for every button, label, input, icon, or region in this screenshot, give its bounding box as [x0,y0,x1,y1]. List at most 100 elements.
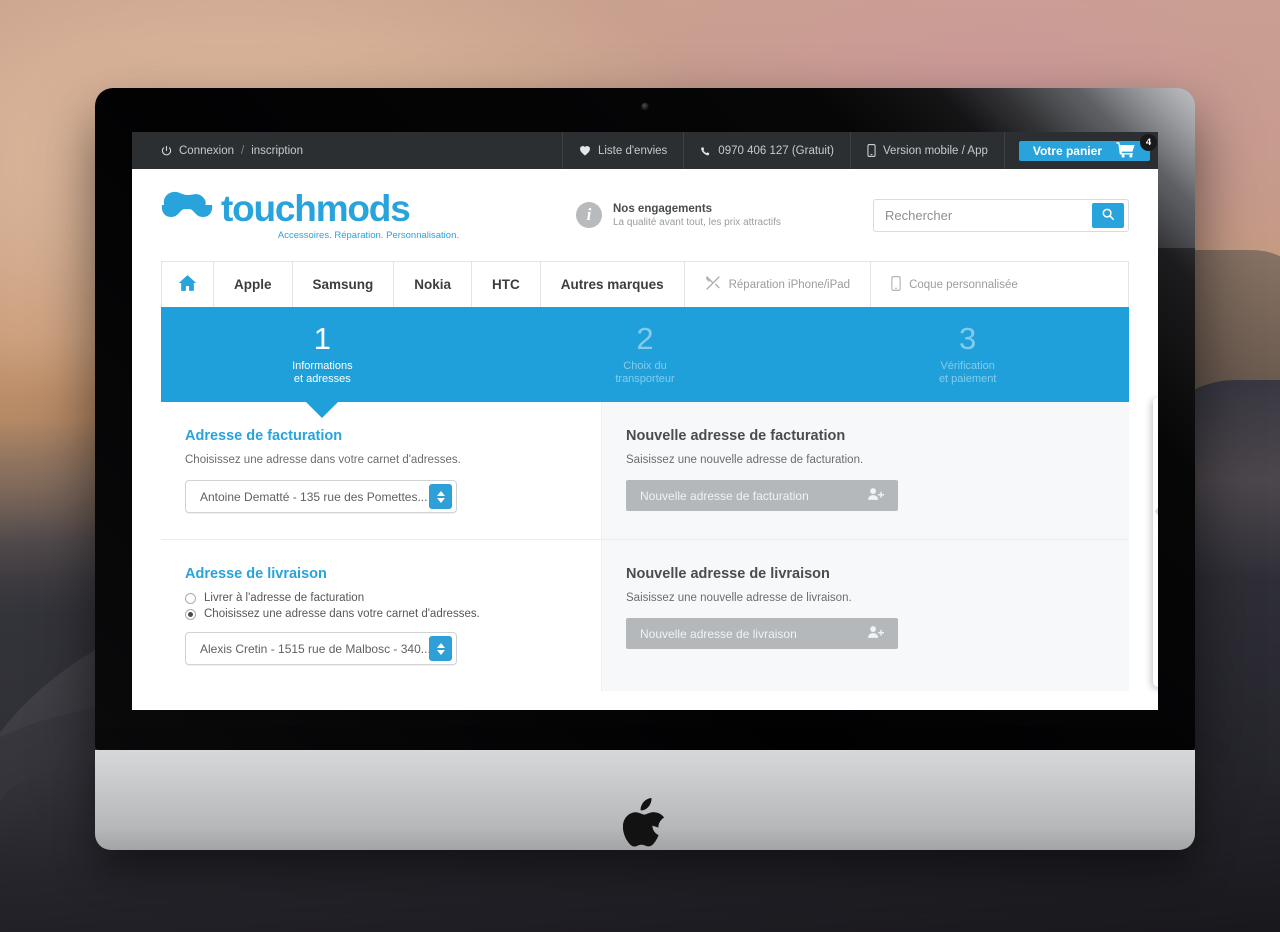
phone-link[interactable]: 0970 406 127 (Gratuit) [683,132,850,169]
cart-button-label: Votre panier [1032,143,1102,158]
logo-tagline: Accessoires. Réparation. Personnalisatio… [277,229,459,241]
nav-item-apple[interactable]: Apple [214,262,293,307]
nav-item-home[interactable] [162,262,214,307]
site-header: touchmods Accessoires. Réparation. Perso… [132,169,1158,261]
power-icon [161,145,172,156]
search-button[interactable] [1092,202,1124,228]
delivery-radio-book[interactable] [185,608,196,620]
wishlist-link[interactable]: Liste d'envies [561,132,683,169]
delivery-radio-same-label: Livrer à l'adresse de facturation [204,592,365,604]
delivery-new-column: Nouvelle adresse de livraison Saisissez … [601,540,1129,691]
delivery-address-select[interactable]: Alexis Cretin - 1515 rue de Malbosc - 34… [185,632,457,665]
step-active-arrow [305,401,340,418]
engagements-block: i Nos engagements La qualité avant tout,… [576,202,781,228]
delivery-radio-same[interactable] [185,592,196,604]
main-navigation: Apple Samsung Nokia HTC Autres marques R… [161,261,1129,307]
step-3-number: 3 [959,320,977,356]
step-3-paiement[interactable]: 3 Vérification et paiement [806,323,1129,387]
step-1-number: 1 [313,320,331,356]
billing-new-column: Nouvelle adresse de facturation Saisisse… [601,402,1129,539]
apple-logo-icon [622,798,667,861]
step-2-line1: Choix du [623,359,667,372]
step-2-line2: transporteur [615,373,675,385]
phone-icon [700,145,711,157]
login-link[interactable]: Connexion [179,145,234,157]
topbar-links: Liste d'envies 0970 406 127 (Gratuit) Ve… [561,132,1158,169]
select-stepper-icon[interactable] [429,636,452,661]
billing-new-desc: Saisissez une nouvelle adresse de factur… [626,454,864,466]
delivery-radio-same-row[interactable]: Livrer à l'adresse de facturation [185,592,601,604]
cart-button[interactable]: Votre panier 4 [1018,133,1157,161]
nav-item-samsung[interactable]: Samsung [293,262,395,307]
mobile-icon [867,144,876,157]
register-link[interactable]: inscription [251,145,303,157]
site-topbar: Connexion / inscription Liste d'envies 0… [132,132,1158,169]
nav-item-other-brands[interactable]: Autres marques [541,262,685,307]
search-input[interactable] [874,199,1092,231]
billing-new-title: Nouvelle adresse de facturation [626,428,846,444]
nav-label-htc: HTC [492,277,520,292]
select-stepper-icon[interactable] [429,484,452,509]
delivery-radio-book-row[interactable]: Choisissez une adresse dans votre carnet… [185,608,601,620]
nav-label-other-brands: Autres marques [560,277,664,292]
delivery-existing-column: Adresse de livraison Livrer à l'adresse … [161,540,601,691]
heart-icon [579,145,591,156]
nav-item-custom-case[interactable]: Coque personnalisée [871,262,1038,307]
delivery-radio-book-label: Choisissez une adresse dans votre carnet… [204,608,480,620]
billing-address-select[interactable]: Antoine Dematté - 135 rue des Pomettes..… [185,480,457,513]
home-icon [178,274,197,295]
imac-computer: Connexion / inscription Liste d'envies 0… [95,88,1195,853]
step-1-line2: et adresses [293,373,351,385]
nav-label-samsung: Samsung [312,277,374,292]
nav-label-apple: Apple [234,277,272,292]
phone-label: 0970 406 127 (Gratuit) [718,144,835,157]
site-logo[interactable]: touchmods Accessoires. Réparation. Perso… [161,190,461,241]
nav-item-repair[interactable]: Réparation iPhone/iPad [685,262,872,307]
engagements-title: Nos engagements [613,202,713,215]
billing-desc: Choisissez une adresse dans votre carnet… [185,454,461,466]
new-billing-address-label: Nouvelle adresse de facturation [640,488,809,503]
nav-label-repair: Réparation iPhone/iPad [728,278,851,291]
cart-badge: 4 [1140,133,1157,151]
nav-label-custom-case: Coque personnalisée [909,278,1018,291]
monitor-chin [95,750,1195,850]
search-bar [873,198,1129,232]
logo-wordmark: touchmods [221,187,411,229]
webcam-icon [640,102,650,111]
new-delivery-address-button[interactable]: Nouvelle adresse de livraison [626,618,898,649]
step-2-transporteur[interactable]: 2 Choix du transporteur [484,323,807,387]
nav-item-nokia[interactable]: Nokia [394,262,473,307]
engagements-subtitle: La qualité avant tout, les prix attracti… [613,216,781,228]
screen-content: Connexion / inscription Liste d'envies 0… [132,132,1158,710]
delivery-new-desc: Saisissez une nouvelle adresse de livrai… [626,592,852,604]
delivery-title: Adresse de livraison [185,566,327,582]
step-2-number: 2 [636,320,654,356]
monitor-bezel: Connexion / inscription Liste d'envies 0… [95,88,1195,750]
checkout-steps: 1 Informations et adresses 2 Choix du tr… [161,307,1129,418]
billing-address-value: Antoine Dematté - 135 rue des Pomettes..… [200,489,428,504]
topbar-account-area: Connexion / inscription [132,132,303,169]
new-delivery-address-label: Nouvelle adresse de livraison [640,626,797,641]
mobile-version-label: Version mobile / App [883,144,988,157]
step-3-line1: Vérification [940,359,995,372]
step-1-informations[interactable]: 1 Informations et adresses [161,323,484,387]
delivery-new-title: Nouvelle adresse de livraison [626,566,830,582]
cart-icon [1116,141,1136,161]
billing-section: Adresse de facturation Choisissez une ad… [161,402,1129,540]
new-billing-address-button[interactable]: Nouvelle adresse de facturation [626,480,898,511]
delivery-address-value: Alexis Cretin - 1515 rue de Malbosc - 34… [200,641,429,656]
add-user-icon [868,625,884,642]
mobile-version-link[interactable]: Version mobile / App [850,132,1004,169]
topbar-separator: / [240,144,245,157]
support-agent-photo [1153,439,1158,547]
info-icon: i [576,202,602,228]
phone-case-icon [891,275,901,294]
step-1-line1: Informations [292,359,353,372]
touchmods-mask-logo-icon [161,191,213,225]
floating-support-widget: 4 [1153,397,1158,687]
nav-item-htc[interactable]: HTC [472,262,541,307]
billing-existing-column: Adresse de facturation Choisissez une ad… [161,402,601,539]
nav-label-nokia: Nokia [414,277,452,292]
billing-title: Adresse de facturation [185,428,343,444]
tools-icon [705,275,721,294]
